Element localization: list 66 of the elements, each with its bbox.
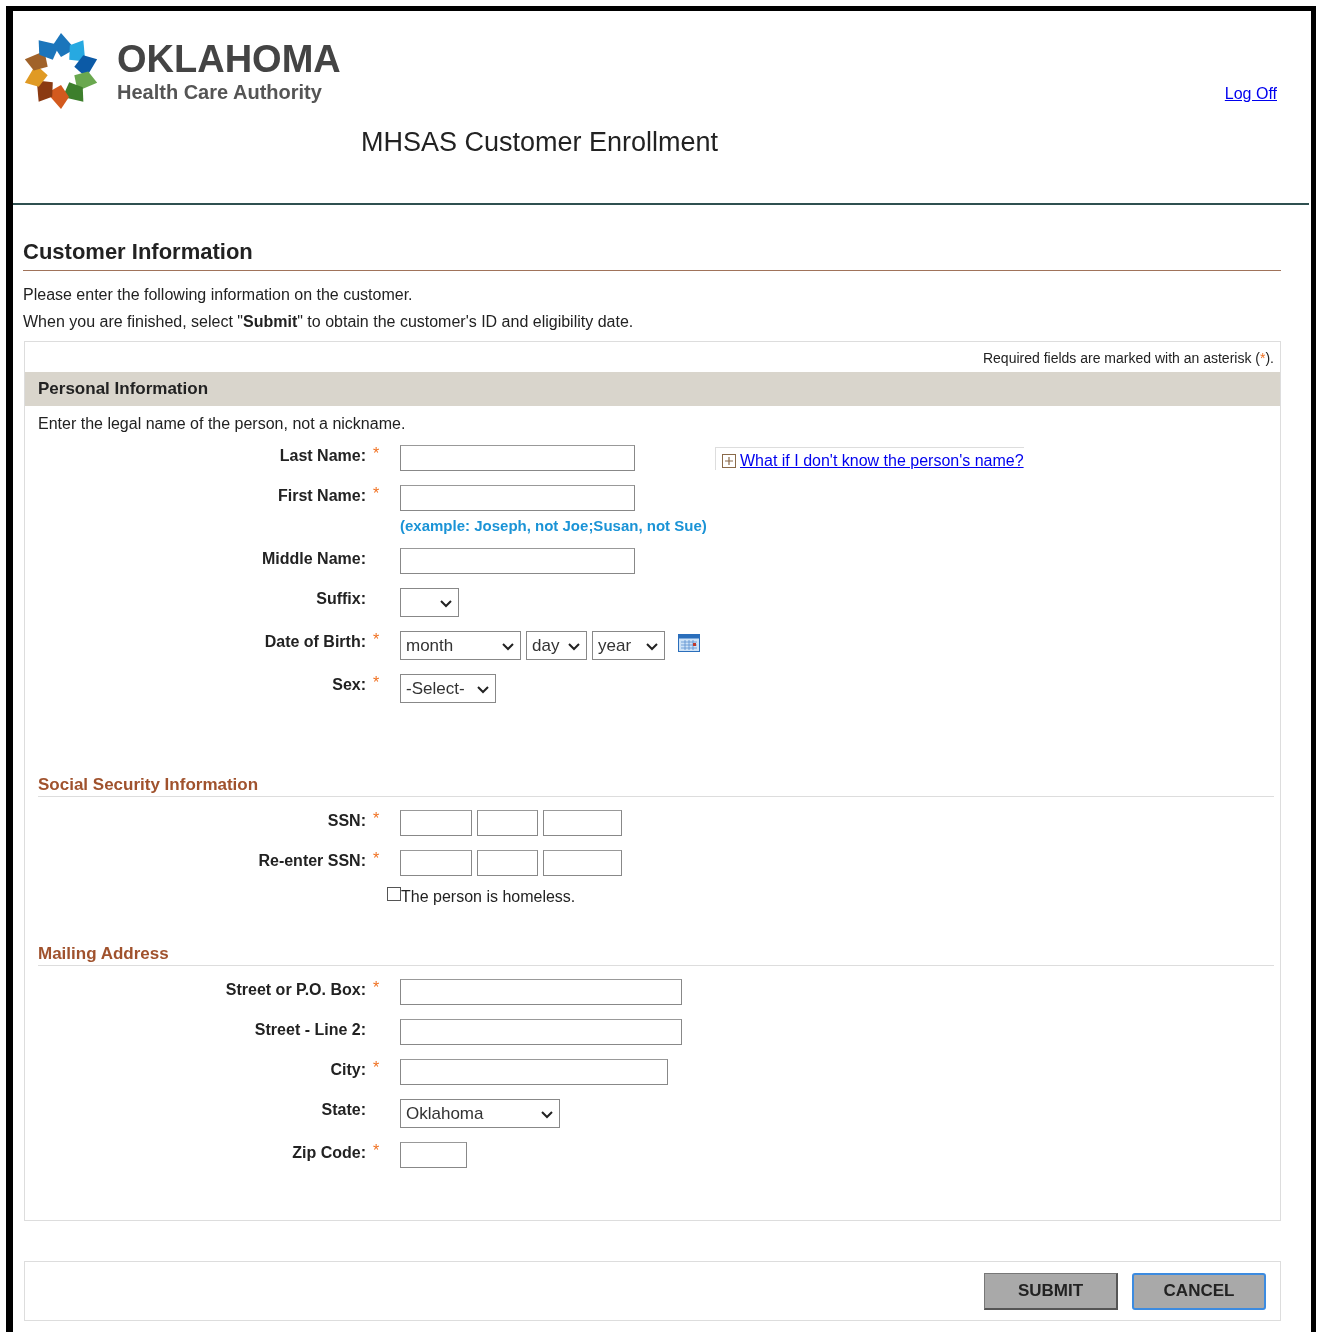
field-label: Date of Birth:: [264, 633, 366, 650]
field-label: Suffix:: [316, 590, 366, 607]
example-hint: (example: Joseph, not Joe;Susan, not Sue): [400, 517, 708, 534]
chevron-down-icon[interactable]: [439, 597, 453, 608]
section-header: Personal Information: [25, 372, 1280, 406]
log-off-link[interactable]: Log Off: [1224, 85, 1277, 103]
field-label: State:: [321, 1101, 366, 1118]
submit-button[interactable]: SUBMIT: [984, 1272, 1118, 1310]
text-field[interactable]: [400, 1019, 682, 1045]
required-note: Required fields are marked with an asterisk (*).: [981, 349, 1275, 368]
required-asterisk: *: [373, 445, 380, 462]
field-label: Re-enter SSN:: [258, 852, 366, 869]
field-label: Last Name:: [279, 447, 366, 464]
required-asterisk: *: [373, 810, 380, 827]
logo-subtitle: Health Care Authority: [117, 80, 323, 104]
dropdown[interactable]: year: [592, 631, 665, 660]
required-asterisk: *: [373, 674, 380, 691]
checkbox[interactable]: [387, 887, 401, 901]
required-asterisk: *: [373, 485, 380, 502]
checkbox-label: The person is homeless.: [401, 888, 576, 906]
text-field[interactable]: [400, 1059, 668, 1085]
dropdown[interactable]: month: [400, 631, 521, 660]
instruction-text: Enter the legal name of the person, not a nickname.: [37, 414, 407, 434]
section-title: Customer Information: [23, 238, 1281, 271]
text-field[interactable]: [400, 485, 635, 511]
section-heading: Social Security Information: [38, 775, 1274, 797]
chevron-down-icon[interactable]: [645, 640, 659, 651]
calendar-icon: [678, 633, 700, 652]
chevron-down-icon[interactable]: [501, 640, 515, 651]
text-field[interactable]: [400, 979, 682, 1005]
text-field[interactable]: [400, 850, 472, 876]
dropdown[interactable]: day: [526, 631, 587, 660]
expand-icon: [722, 453, 736, 468]
field-label: City:: [330, 1061, 366, 1078]
field-label: Middle Name:: [262, 550, 366, 567]
text-field[interactable]: [543, 810, 622, 836]
required-asterisk: *: [373, 1059, 380, 1076]
page-title: MHSAS Customer Enrollment: [361, 126, 720, 159]
field-label: First Name:: [277, 487, 366, 504]
text-field[interactable]: [400, 810, 472, 836]
chevron-down-icon[interactable]: [540, 1108, 554, 1119]
instruction-text: When you are finished, select "Submit" to obtain the customer's ID and eligibility date.: [23, 312, 635, 332]
section-heading: Mailing Address: [38, 944, 1274, 966]
dropdown[interactable]: -Select-: [400, 674, 496, 703]
field-label: SSN:: [327, 812, 366, 829]
help-link[interactable]: What if I don't know the person's name?: [740, 451, 1024, 470]
text-field[interactable]: [400, 1142, 467, 1168]
text-field[interactable]: [477, 850, 538, 876]
chevron-down-icon[interactable]: [476, 683, 490, 694]
field-label: Zip Code:: [292, 1144, 366, 1161]
cancel-button[interactable]: CANCEL: [1132, 1272, 1266, 1310]
field-label: Street - Line 2:: [254, 1021, 366, 1038]
required-asterisk: *: [373, 631, 380, 648]
required-asterisk: *: [373, 1142, 380, 1159]
logo-title: OKLAHOMA: [117, 38, 341, 80]
text-field[interactable]: [400, 548, 635, 574]
text-field[interactable]: [543, 850, 622, 876]
required-asterisk: *: [373, 979, 380, 996]
required-asterisk: *: [373, 850, 380, 867]
instruction-text: Please enter the following information on the customer.: [23, 285, 414, 305]
field-label: Street or P.O. Box:: [225, 981, 366, 998]
text-field[interactable]: [477, 810, 538, 836]
field-label: Sex:: [332, 676, 366, 693]
chevron-down-icon[interactable]: [567, 640, 581, 651]
text-field[interactable]: [400, 445, 635, 471]
dropdown[interactable]: Oklahoma: [400, 1099, 560, 1128]
